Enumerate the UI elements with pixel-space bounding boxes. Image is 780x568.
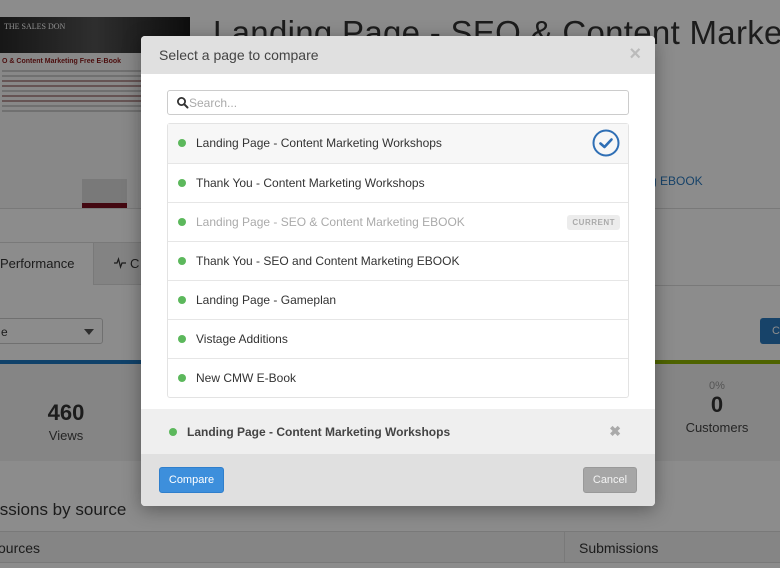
- search-input[interactable]: [189, 93, 619, 112]
- page-name: Vistage Additions: [196, 332, 288, 346]
- page-name: Landing Page - SEO & Content Marketing E…: [196, 215, 465, 229]
- status-dot-icon: [178, 179, 186, 187]
- modal-footer: Compare Cancel: [141, 454, 655, 506]
- current-badge: CURRENT: [567, 215, 620, 230]
- page-name: Thank You - Content Marketing Workshops: [196, 176, 425, 190]
- selected-page-name: Landing Page - Content Marketing Worksho…: [187, 425, 451, 439]
- remove-selection-icon[interactable]: ✖: [609, 423, 621, 440]
- list-item[interactable]: Landing Page - Gameplan: [168, 280, 628, 319]
- list-item: Landing Page - SEO & Content Marketing E…: [168, 202, 628, 241]
- list-item[interactable]: Landing Page - Content Marketing Worksho…: [168, 124, 628, 163]
- status-dot-icon: [178, 257, 186, 265]
- selected-page-bar: Landing Page - Content Marketing Worksho…: [141, 409, 655, 454]
- page-name: Landing Page - Gameplan: [196, 293, 337, 307]
- cancel-button[interactable]: Cancel: [583, 467, 637, 493]
- page-list: Landing Page - Content Marketing Worksho…: [167, 123, 629, 398]
- status-dot-icon: [178, 218, 186, 226]
- modal-title: Select a page to compare: [159, 47, 319, 63]
- page-name: New CMW E-Book: [196, 371, 297, 385]
- check-circle-icon: [592, 129, 620, 157]
- list-item[interactable]: Vistage Additions: [168, 319, 628, 358]
- modal-header: Select a page to compare ×: [141, 36, 655, 74]
- page-name: Thank You - SEO and Content Marketing EB…: [196, 254, 460, 268]
- search-field[interactable]: [167, 90, 629, 115]
- status-dot-icon: [178, 296, 186, 304]
- page-name: Landing Page - Content Marketing Worksho…: [196, 136, 442, 150]
- modal-body: Landing Page - Content Marketing Worksho…: [141, 74, 655, 409]
- compare-modal: Select a page to compare × Landing Page …: [141, 36, 655, 506]
- compare-button[interactable]: Compare: [159, 467, 224, 493]
- list-item[interactable]: Thank You - SEO and Content Marketing EB…: [168, 241, 628, 280]
- list-item[interactable]: New CMW E-Book: [168, 358, 628, 397]
- search-icon: [177, 97, 189, 109]
- status-dot-icon: [178, 139, 186, 147]
- status-dot-icon: [178, 374, 186, 382]
- list-item[interactable]: Thank You - Content Marketing Workshops: [168, 163, 628, 202]
- status-dot-icon: [169, 428, 177, 436]
- close-icon[interactable]: ×: [629, 44, 641, 64]
- status-dot-icon: [178, 335, 186, 343]
